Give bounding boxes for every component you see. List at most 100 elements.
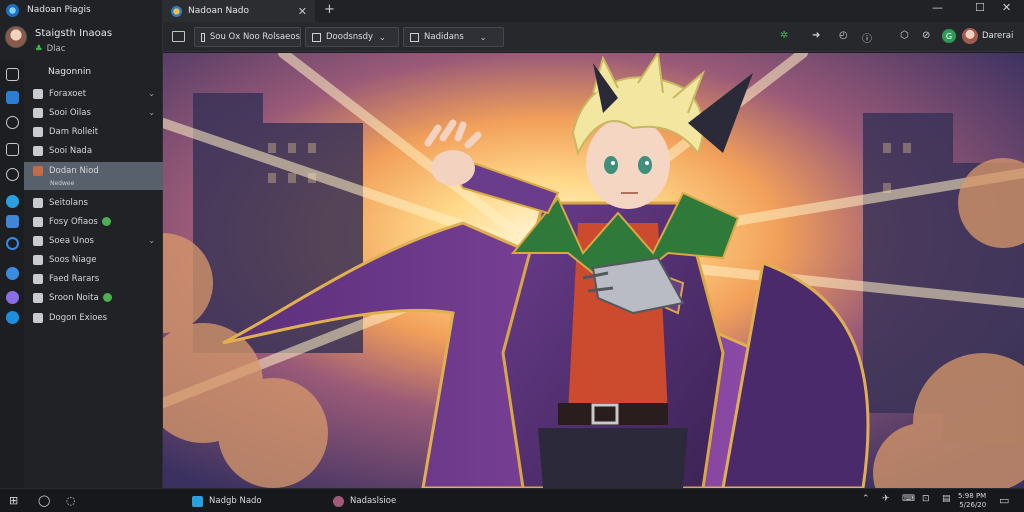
layout-icon[interactable] — [172, 31, 185, 42]
chevron-down-icon[interactable]: ⌄ — [480, 33, 487, 42]
online-dot-icon: ♣ — [35, 44, 43, 54]
tab-title: Nadoan Nado — [188, 6, 250, 16]
address-field-3[interactable]: Nadidans ⌄ — [403, 27, 504, 47]
page-icon — [312, 32, 321, 42]
taskbar: ⊞ ◯ ◌ Nadgb Nado Nadaslsioe ⌃ ✈ ⌨ ⊡ ▤ 5:… — [0, 488, 1024, 512]
sidebar-item[interactable]: Sooi Nada — [24, 141, 163, 160]
notifications-icon[interactable]: ▭ — [999, 494, 1009, 507]
sidebar-item[interactable]: Soea Unos ⌄ — [24, 231, 163, 250]
account-name[interactable]: Darerai — [982, 31, 1013, 41]
status-badge — [102, 293, 112, 302]
sidebar-item-label: Sroon Noita — [49, 292, 99, 303]
account-switch-icon[interactable]: ⊘ — [922, 30, 930, 41]
circle-app-icon[interactable] — [6, 237, 19, 250]
tab-favicon-icon — [171, 5, 182, 17]
sidebar-item-label: Soos Niage — [49, 254, 97, 265]
icon-rail — [0, 60, 24, 488]
store-icon[interactable] — [6, 215, 19, 228]
cloud-icon[interactable] — [6, 267, 19, 280]
tab-close-icon[interactable]: ✕ — [298, 5, 307, 18]
chevron-down-icon[interactable]: ⌄ — [148, 108, 155, 117]
chevron-down-icon[interactable]: ⌄ — [379, 33, 386, 42]
start-icon[interactable]: ⊞ — [9, 494, 18, 507]
address-field-2[interactable]: Doodsnsdy ⌄ — [305, 27, 399, 47]
tab-active[interactable]: Nadoan Nado ✕ — [163, 0, 315, 22]
chat-icon[interactable]: ◌ — [66, 494, 76, 507]
chevron-down-icon[interactable]: ⌄ — [148, 236, 155, 245]
folder-icon — [33, 292, 43, 303]
folder-icon — [33, 312, 43, 323]
close-button[interactable]: ✕ — [1002, 1, 1011, 14]
maximize-button[interactable]: ☐ — [975, 1, 985, 14]
user-profile[interactable]: Staigsth Inaoas ♣ Dlac — [5, 26, 160, 56]
network-icon[interactable]: ✈ — [882, 494, 890, 504]
clock-time: 5:98 PM — [958, 492, 987, 500]
section-label: Nagonnin — [48, 67, 92, 77]
history-icon[interactable]: ◴ — [839, 30, 848, 41]
info-icon[interactable]: ⓘ — [862, 30, 872, 45]
sidebar-item-label: Soea Unos — [49, 235, 94, 246]
taskbar-app-1-label: Nadgb Nado — [209, 496, 262, 506]
profile-badge-icon[interactable]: G — [942, 29, 956, 43]
display-icon[interactable]: ▤ — [942, 494, 951, 504]
search-icon[interactable]: ◯ — [38, 494, 50, 507]
sidebar-item[interactable]: Sooi Oilas ⌄ — [24, 103, 163, 122]
calendar-icon[interactable] — [6, 68, 19, 81]
forward-icon[interactable]: ➜ — [812, 30, 820, 41]
clock[interactable]: 5:98 PM 5/26/20 — [958, 492, 986, 510]
volume-icon[interactable]: ⊡ — [922, 494, 930, 504]
messenger-icon[interactable] — [6, 291, 19, 304]
compass-icon[interactable] — [6, 116, 19, 129]
sidebar-item-label: Foraxoet — [49, 88, 87, 99]
folder-icon — [33, 235, 43, 246]
sidebar-item[interactable]: Dodan Niod Nedwee — [24, 162, 163, 190]
sidebar-item[interactable]: Soos Niage — [24, 250, 163, 269]
chevron-down-icon[interactable]: ⌄ — [148, 89, 155, 98]
folder-icon — [33, 197, 43, 208]
minimize-button[interactable]: — — [932, 1, 943, 14]
toolbar: Sou Ox Noo Rolsaeos Doodsnsdy ⌄ Nadidans… — [163, 22, 1024, 52]
new-tab-button[interactable]: + — [324, 2, 335, 17]
account-avatar[interactable] — [962, 28, 978, 44]
document-icon[interactable] — [6, 143, 19, 156]
chevron-up-icon[interactable]: ⌃ — [862, 494, 870, 504]
folder-icon — [33, 216, 43, 227]
address-1-text: Sou Ox Noo Rolsaeos — [209, 32, 300, 42]
taskbar-app-2[interactable]: Nadaslsioe — [333, 493, 396, 509]
folder-icon — [33, 126, 43, 137]
address-field-1[interactable]: Sou Ox Noo Rolsaeos — [194, 27, 301, 47]
avatar[interactable] — [5, 26, 27, 48]
tab-bar: Nadoan Nado ✕ + — ☐ ✕ — [163, 0, 1024, 22]
sidebar-item[interactable]: Seitolans — [24, 193, 163, 212]
skype-icon[interactable] — [6, 311, 19, 324]
sidebar-item[interactable]: Dogon Exioes — [24, 308, 163, 327]
folder-icon — [33, 145, 43, 156]
sidebar-item-label: Faed Rarars — [49, 273, 100, 284]
edge-icon[interactable] — [6, 195, 19, 208]
folder-icon — [33, 107, 43, 118]
app-blue-icon[interactable] — [6, 91, 19, 104]
anime-character-image — [163, 53, 1024, 488]
app-avatar-icon — [333, 495, 344, 507]
folder-icon — [33, 88, 43, 99]
taskbar-app-1[interactable]: Nadgb Nado — [192, 493, 262, 509]
user-status-text: Dlac — [46, 44, 66, 54]
sidebar-item[interactable]: Dam Rolleit — [24, 122, 163, 141]
extension-icon[interactable]: ✲ — [780, 30, 788, 41]
edge-app-icon — [192, 495, 203, 507]
keyboard-icon[interactable]: ⌨ — [902, 494, 915, 504]
sidebar-item[interactable]: Fosy Ofiaos — [24, 212, 163, 231]
user-status: ♣ Dlac — [35, 44, 65, 54]
folder-icon — [33, 254, 43, 265]
sidebar: Nadoan Piagis Staigsth Inaoas ♣ Dlac Nago… — [0, 0, 163, 488]
chat-icon[interactable] — [6, 168, 19, 181]
profile-name: Staigsth Inaoas — [35, 28, 113, 39]
sidebar-item-label: Dodan Niod — [49, 166, 99, 176]
folder-icon — [33, 273, 43, 284]
sidebar-item-label: Dam Rolleit — [49, 126, 99, 137]
settings-icon[interactable]: ⬡ — [900, 30, 909, 41]
sidebar-item[interactable]: Faed Rarars — [24, 269, 163, 288]
page-icon — [410, 32, 419, 42]
sidebar-item[interactable]: Sroon Noita — [24, 288, 163, 307]
sidebar-item[interactable]: Foraxoet ⌄ — [24, 84, 163, 103]
